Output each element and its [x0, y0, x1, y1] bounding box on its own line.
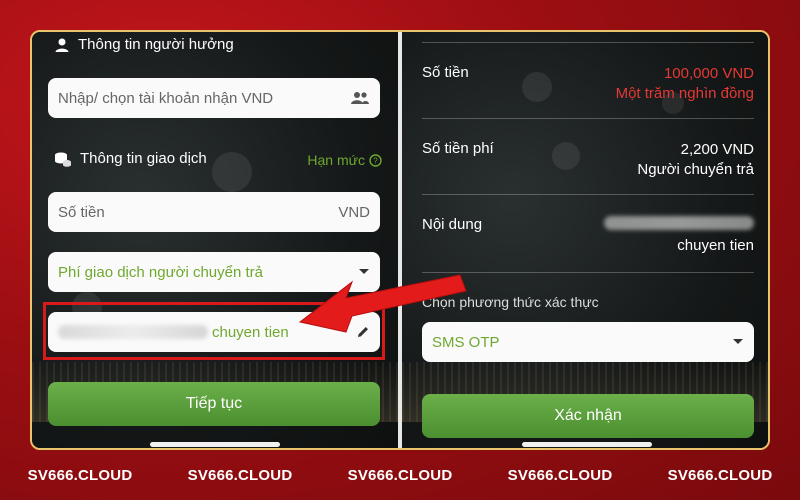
- watermark-text: SV666.CLOUD: [27, 466, 133, 484]
- arrow-pointer: [298, 274, 467, 333]
- watermark-text: SV666.CLOUD: [667, 466, 773, 484]
- watermark-text: SV666.CLOUD: [347, 466, 453, 484]
- watermark-text: SV666.CLOUD: [187, 466, 293, 484]
- watermark-text: SV666.CLOUD: [507, 466, 613, 484]
- watermark-footer: SV666.CLOUD SV666.CLOUD SV666.CLOUD SV66…: [0, 450, 800, 500]
